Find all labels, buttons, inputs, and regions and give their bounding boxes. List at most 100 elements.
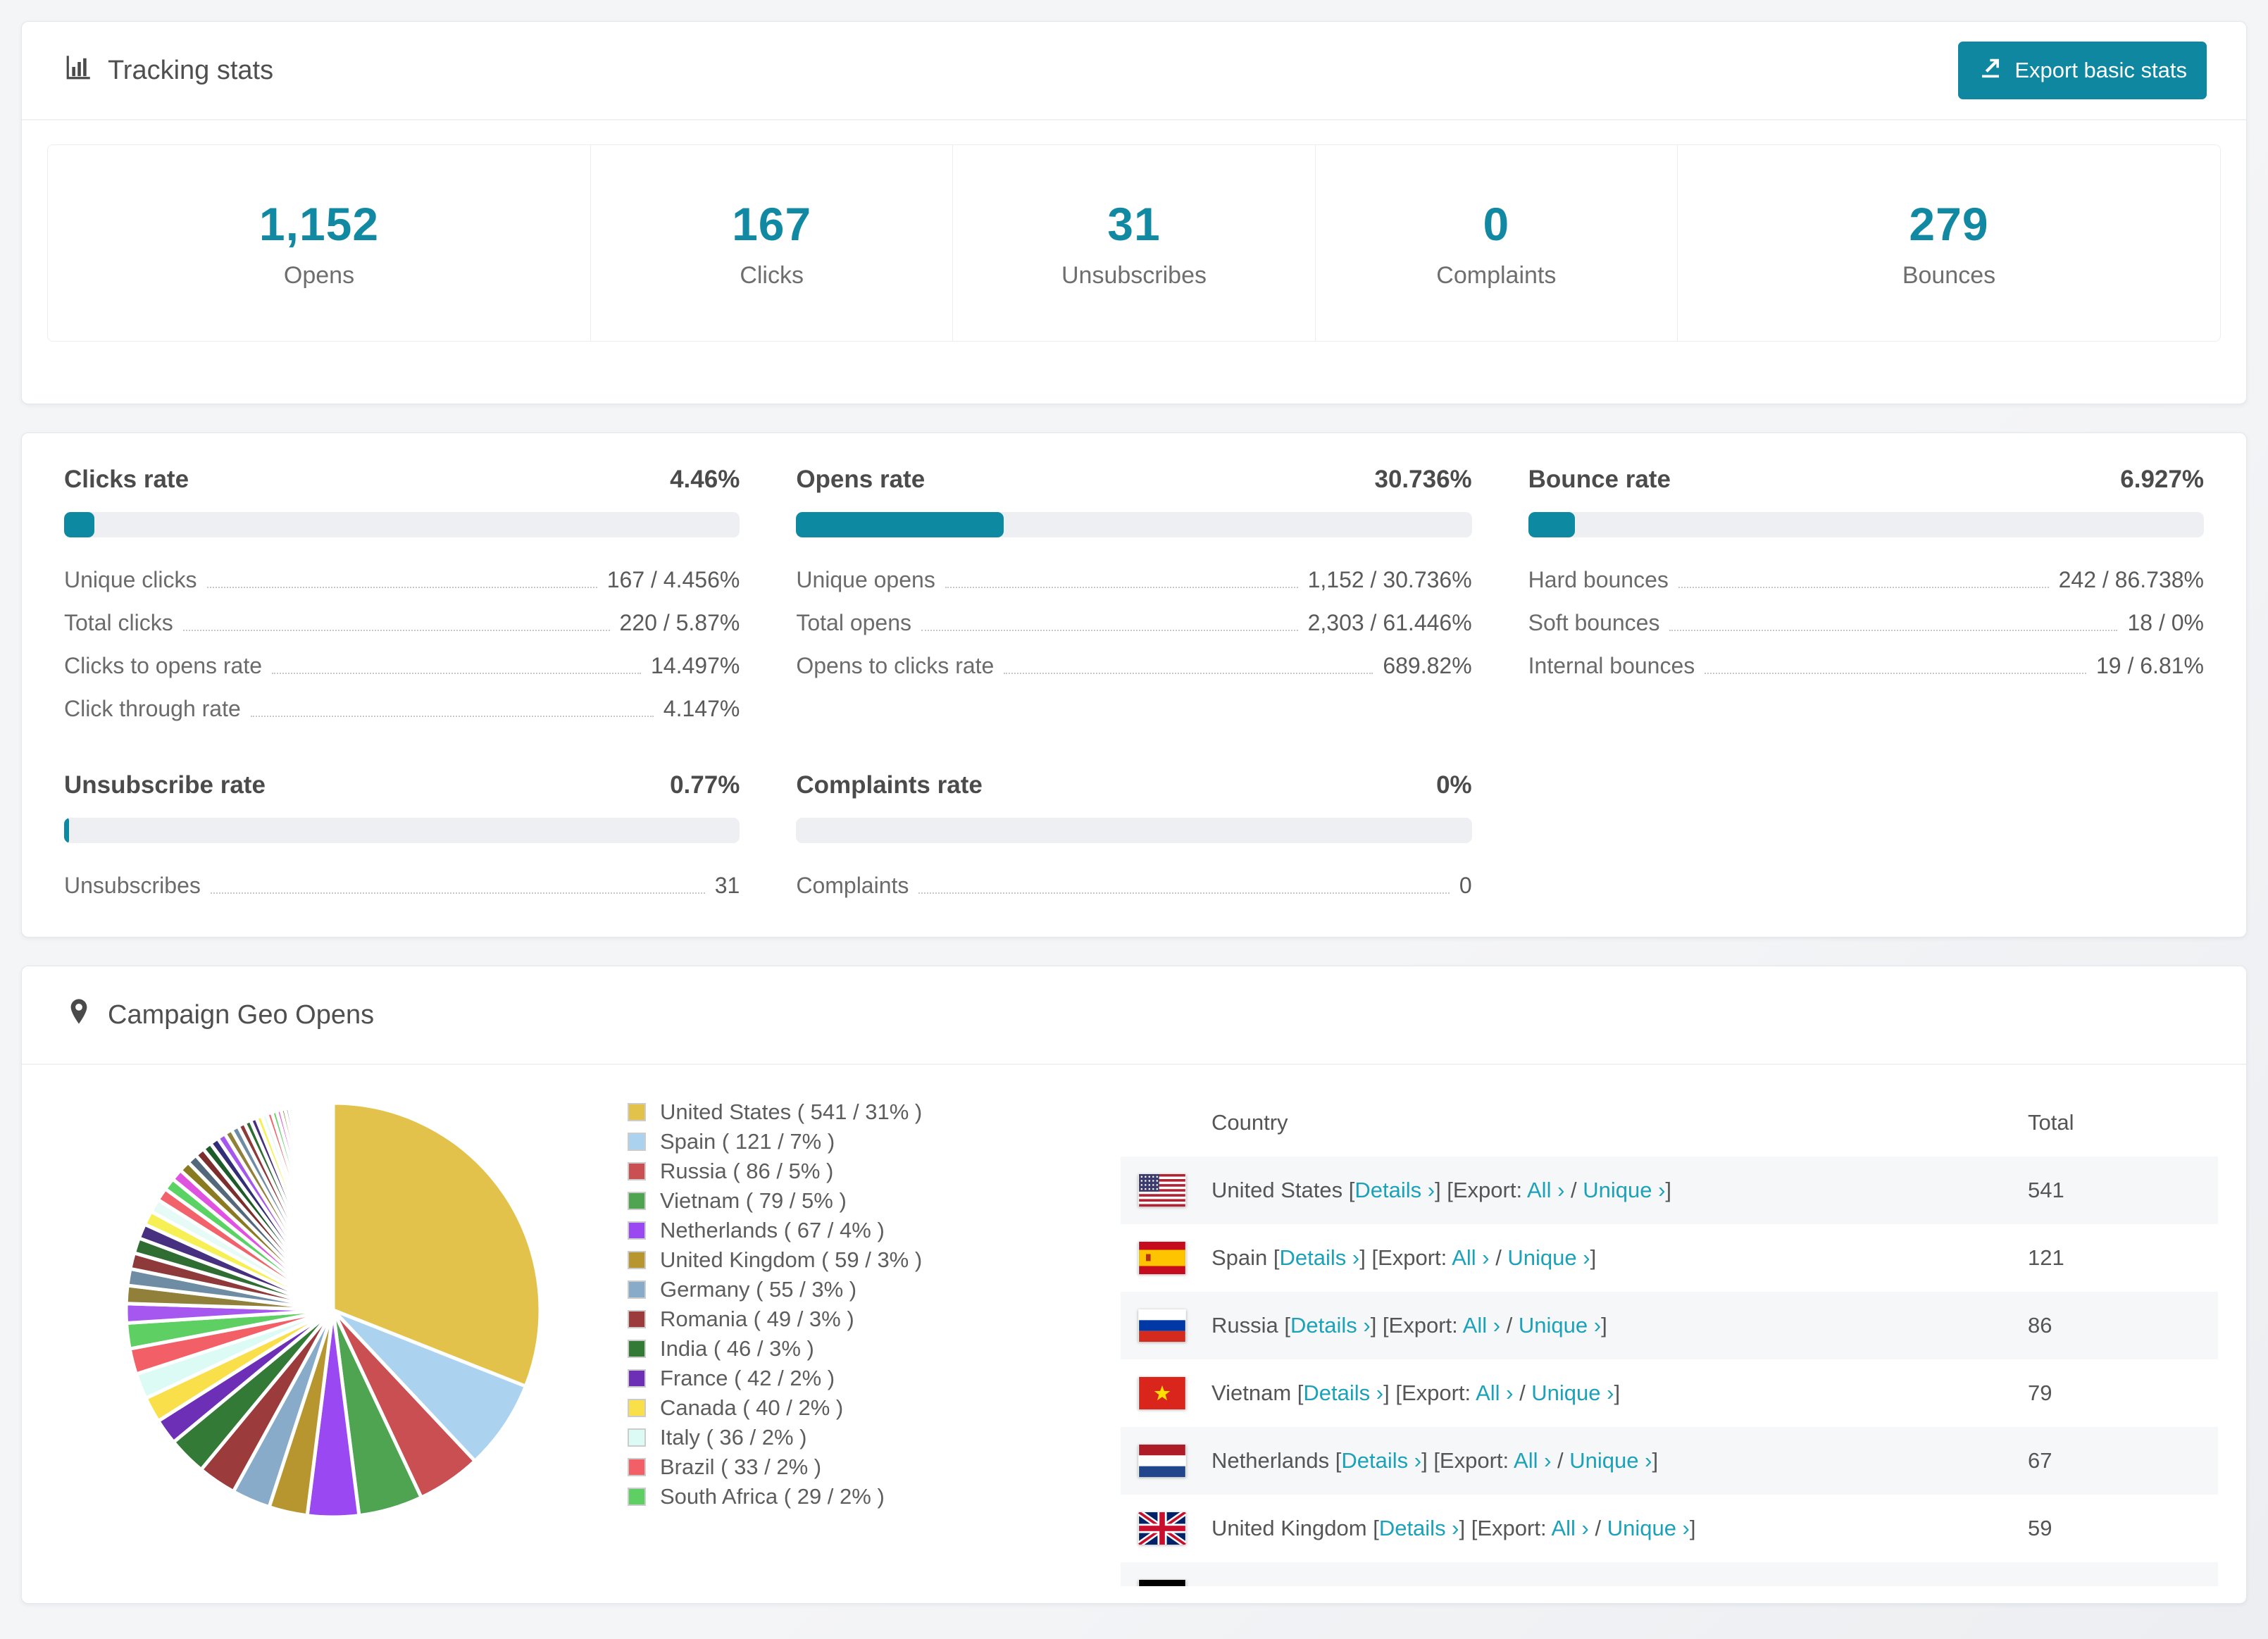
- rate-row-unsubscribes: Unsubscribes 31: [64, 873, 740, 899]
- legend-label: United Kingdom ( 59 / 3% ): [660, 1247, 923, 1272]
- legend-item-spain: Spain ( 121 / 7% ): [628, 1127, 922, 1157]
- legend-label: India ( 46 / 3% ): [660, 1336, 814, 1361]
- export-unique-link-vietnam[interactable]: Unique ›: [1531, 1381, 1614, 1405]
- export-all-link-united-kingdom[interactable]: All ›: [1551, 1516, 1588, 1540]
- rate-row-label: Total clicks: [64, 610, 173, 635]
- stat-value-complaints: 0: [1483, 197, 1510, 250]
- rate-row-label: Unique opens: [796, 567, 935, 592]
- export-all-link-netherlands[interactable]: All ›: [1514, 1448, 1551, 1473]
- rate-row-value: 19 / 6.81%: [2095, 653, 2204, 678]
- rate-row-value: 167 / 4.456%: [606, 567, 740, 592]
- rate-row-value: 31: [714, 873, 740, 898]
- rate-row-label: Soft bounces: [1528, 610, 1660, 635]
- legend-swatch: [628, 1280, 646, 1299]
- rate-rows: Unique opens 1,152 / 30.736% Total opens…: [796, 567, 1471, 679]
- export-all-link-russia[interactable]: All ›: [1463, 1313, 1500, 1338]
- legend-swatch: [628, 1340, 646, 1358]
- export-all-link-germany[interactable]: All ›: [1485, 1583, 1523, 1586]
- total-cell: 86: [2028, 1313, 2052, 1338]
- geo-opens-title: Campaign Geo Opens: [108, 999, 375, 1030]
- rate-row-label: Unsubscribes: [64, 873, 201, 898]
- country-cell: Vietnam [Details ›] [Export: All › / Uni…: [1211, 1381, 1621, 1405]
- rate-value: 0%: [1436, 771, 1472, 799]
- rate-value: 30.736%: [1374, 466, 1472, 493]
- stat-card-opens: 1,152 Opens: [47, 144, 591, 342]
- export-icon: [1978, 55, 2003, 86]
- country-name: Russia: [1211, 1313, 1278, 1338]
- tracking-stats-card: Tracking stats Export basic stats 1,152 …: [21, 21, 2247, 404]
- legend-item-russia: Russia ( 86 / 5% ): [628, 1157, 922, 1186]
- legend-item-brazil: Brazil ( 33 / 2% ): [628, 1452, 922, 1482]
- total-cell: 59: [2028, 1516, 2052, 1540]
- details-link-russia[interactable]: Details ›: [1290, 1313, 1371, 1338]
- dotted-leader: [918, 892, 1450, 894]
- rates-grid: Clicks rate 4.46% Unique clicks 167 / 4.…: [22, 433, 2246, 937]
- geo-table-row-vietnam: Vietnam [Details ›] [Export: All › / Uni…: [1121, 1359, 2218, 1427]
- export-unique-link-russia[interactable]: Unique ›: [1519, 1313, 1601, 1338]
- rate-title-row: Complaints rate 0%: [796, 771, 1471, 799]
- tracking-stats-title-group: Tracking stats: [64, 52, 273, 89]
- legend-label: Romania ( 49 / 3% ): [660, 1307, 854, 1331]
- geo-opens-title-group: Campaign Geo Opens: [64, 997, 374, 1033]
- rate-title: Complaints rate: [796, 771, 983, 799]
- rate-row-value: 18 / 0%: [2127, 610, 2204, 635]
- details-link-germany[interactable]: Details ›: [1314, 1583, 1394, 1586]
- total-cell: 541: [2028, 1178, 2064, 1202]
- rate-row-unique-opens: Unique opens 1,152 / 30.736%: [796, 567, 1471, 593]
- country-name: United Kingdom: [1211, 1516, 1367, 1540]
- rates-card: Clicks rate 4.46% Unique clicks 167 / 4.…: [21, 432, 2247, 937]
- summary-grid: 1,152 Opens 167 Clicks 31 Unsubscribes 0 Co…: [47, 144, 2221, 342]
- legend-label: Canada ( 40 / 2% ): [660, 1395, 844, 1420]
- rate-title: Clicks rate: [64, 466, 189, 493]
- details-link-spain[interactable]: Details ›: [1280, 1245, 1360, 1270]
- country-name: Vietnam: [1211, 1381, 1292, 1405]
- progress-track-unsubscribe-rate: [64, 818, 740, 843]
- legend-swatch: [628, 1221, 646, 1240]
- rate-row-value: 220 / 5.87%: [619, 610, 740, 635]
- progress-fill: [796, 512, 1004, 537]
- rate-row-value: 2,303 / 61.446%: [1307, 610, 1472, 635]
- rate-block-opens-rate: Opens rate 30.736% Unique opens 1,152 / …: [796, 466, 1472, 722]
- details-link-united-kingdom[interactable]: Details ›: [1379, 1516, 1459, 1540]
- rate-row-label: Internal bounces: [1528, 653, 1695, 678]
- geo-table-header: Country Total: [1121, 1100, 2218, 1157]
- stat-label-clicks: Clicks: [740, 261, 804, 289]
- details-link-united-states[interactable]: Details ›: [1354, 1178, 1435, 1202]
- legend-swatch: [628, 1251, 646, 1269]
- export-basic-stats-button[interactable]: Export basic stats: [1958, 42, 2207, 99]
- export-all-link-vietnam[interactable]: All ›: [1476, 1381, 1513, 1405]
- export-all-link-spain[interactable]: All ›: [1452, 1245, 1489, 1270]
- progress-fill: [64, 818, 70, 843]
- dotted-leader: [921, 630, 1298, 631]
- details-link-vietnam[interactable]: Details ›: [1303, 1381, 1383, 1405]
- progress-fill: [1528, 512, 1576, 537]
- export-unique-link-united-kingdom[interactable]: Unique ›: [1607, 1516, 1690, 1540]
- stat-card-bounces: 279 Bounces: [1677, 144, 2221, 342]
- rate-row-label: Complaints: [796, 873, 909, 898]
- progress-fill: [64, 512, 94, 537]
- stat-value-opens: 1,152: [258, 197, 380, 250]
- dotted-leader: [210, 892, 705, 894]
- country-cell: Russia [Details ›] [Export: All › / Uniq…: [1211, 1313, 1607, 1338]
- geo-table-row-spain: Spain [Details ›] [Export: All › / Uniqu…: [1121, 1224, 2218, 1292]
- rate-block-bounce-rate: Bounce rate 6.927% Hard bounces 242 / 86…: [1528, 466, 2204, 722]
- export-unique-link-spain[interactable]: Unique ›: [1507, 1245, 1590, 1270]
- export-unique-link-united-states[interactable]: Unique ›: [1583, 1178, 1665, 1202]
- total-cell: 121: [2028, 1245, 2064, 1270]
- column-header-country: Country: [1211, 1110, 1288, 1135]
- country-cell: United States [Details ›] [Export: All ›…: [1211, 1178, 1672, 1202]
- rate-row-value: 0: [1459, 873, 1472, 898]
- legend-item-france: France ( 42 / 2% ): [628, 1364, 922, 1393]
- legend-label: South Africa ( 29 / 2% ): [660, 1484, 885, 1509]
- flag-icon-gb: [1138, 1512, 1186, 1545]
- export-unique-link-netherlands[interactable]: Unique ›: [1569, 1448, 1652, 1473]
- geo-table-row-united-kingdom: United Kingdom [Details ›] [Export: All …: [1121, 1495, 2218, 1562]
- rate-title-row: Opens rate 30.736%: [796, 466, 1471, 494]
- flag-icon-us: [1138, 1174, 1186, 1207]
- export-all-link-united-states[interactable]: All ›: [1527, 1178, 1564, 1202]
- country-name: Spain: [1211, 1245, 1268, 1270]
- dotted-leader: [1678, 587, 2049, 588]
- details-link-netherlands[interactable]: Details ›: [1341, 1448, 1421, 1473]
- legend-label: Brazil ( 33 / 2% ): [660, 1454, 822, 1479]
- export-unique-link-germany[interactable]: Unique ›: [1542, 1583, 1624, 1586]
